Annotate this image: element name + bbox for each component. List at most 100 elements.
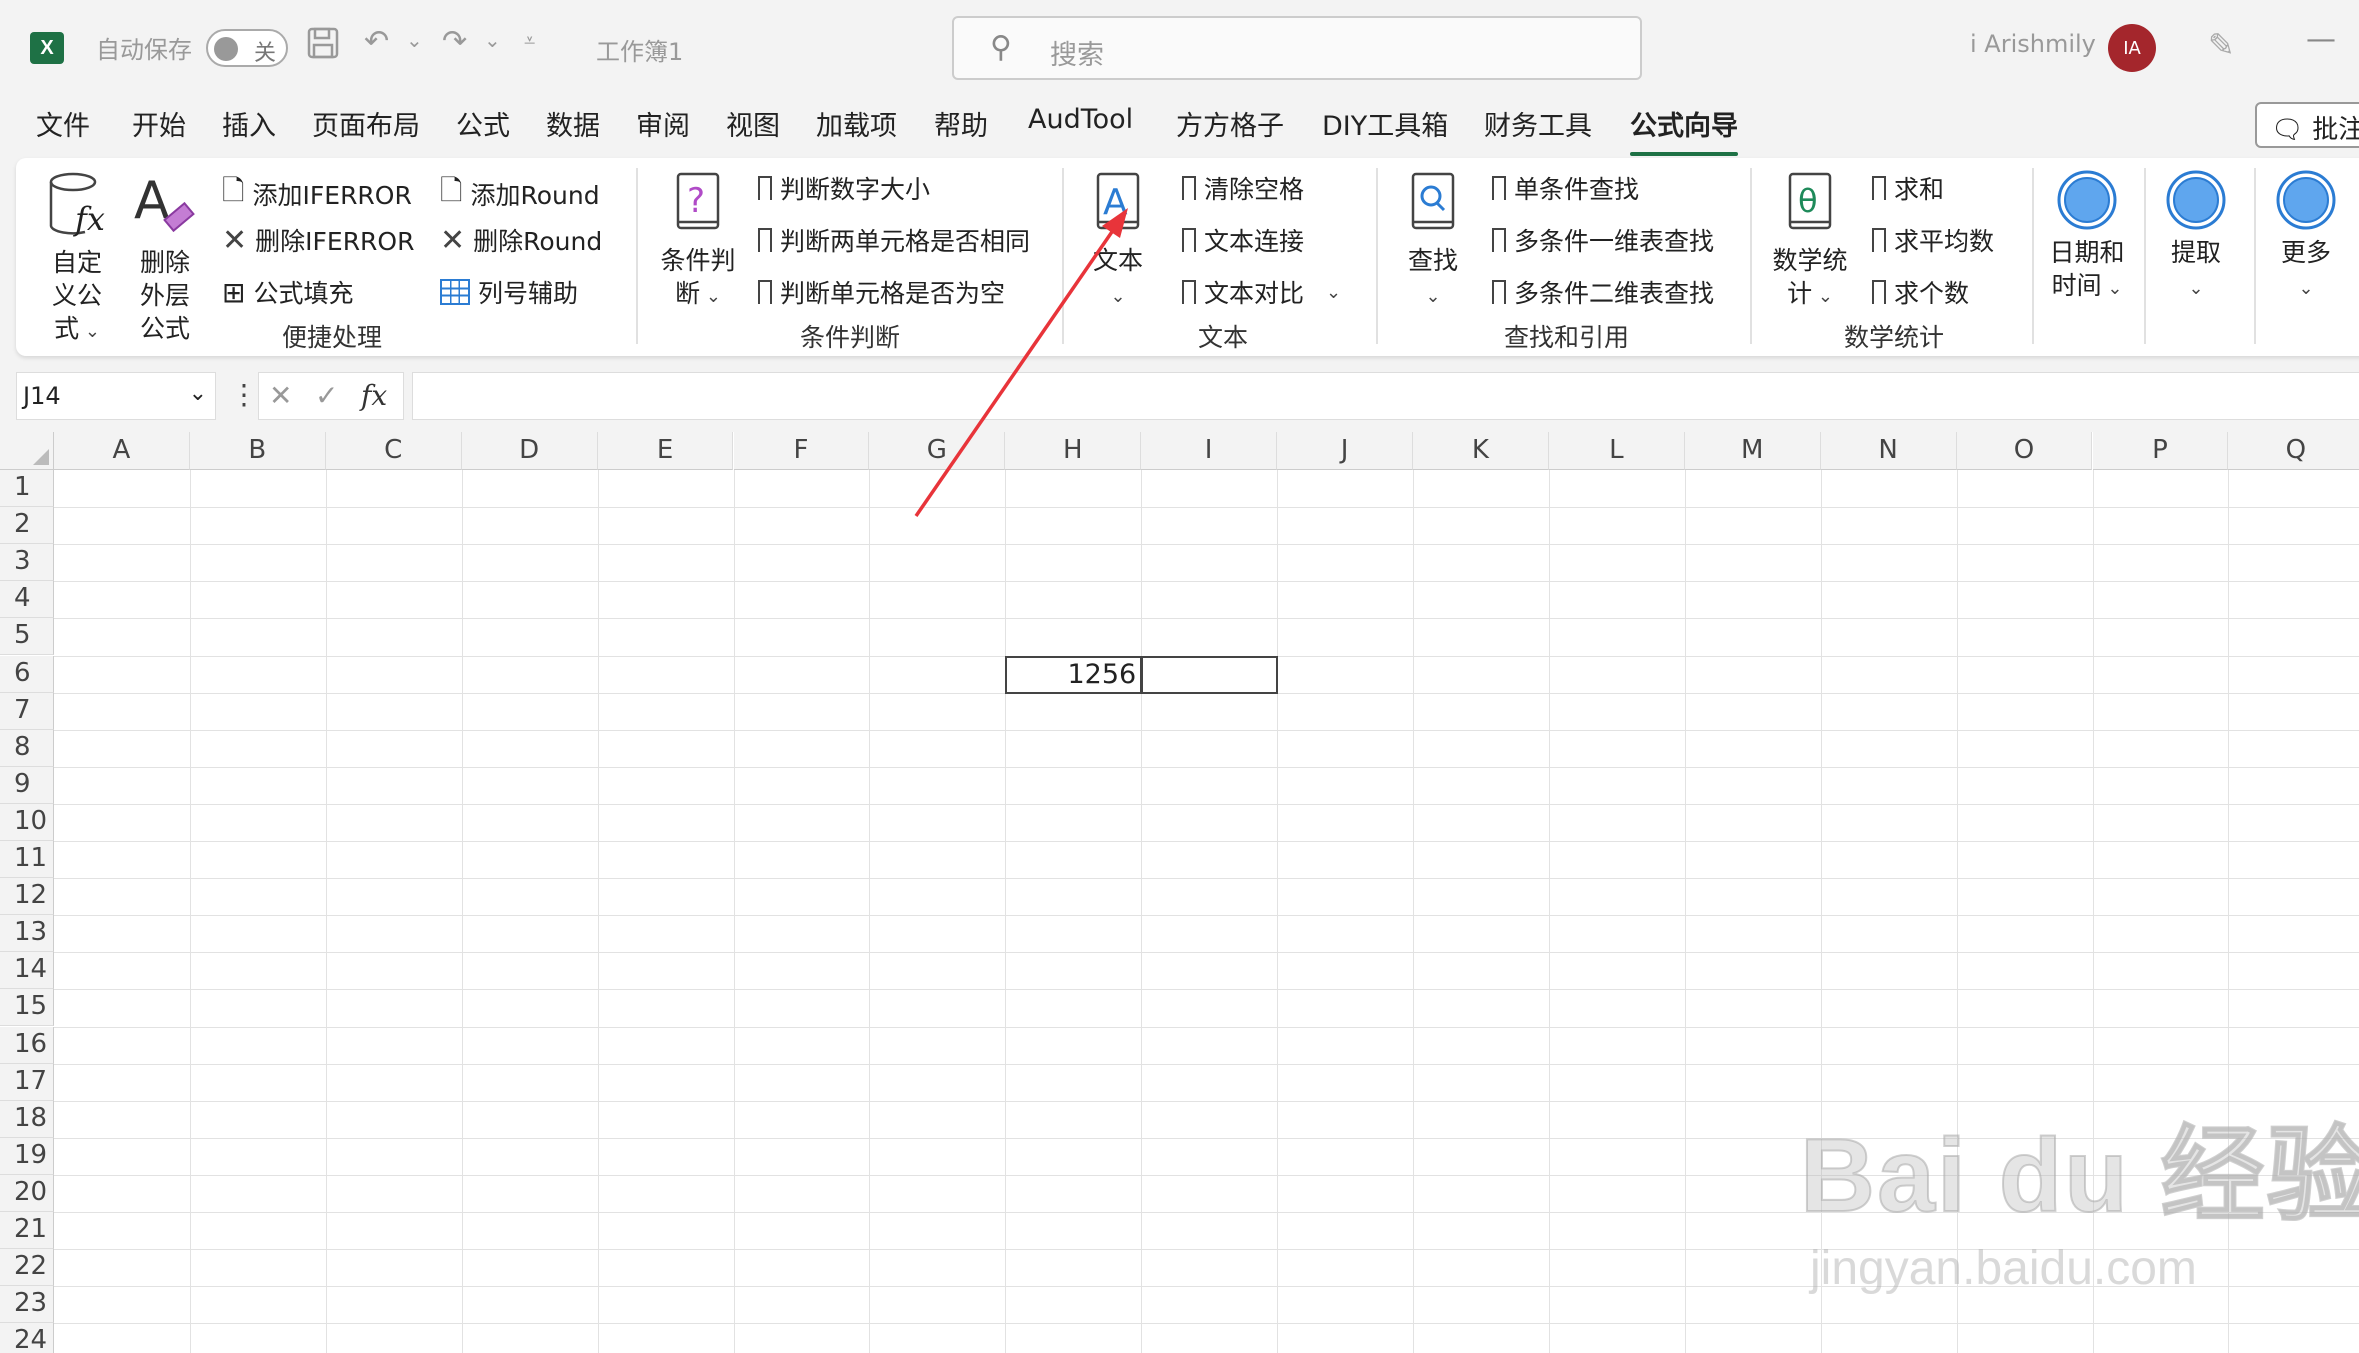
clear-spaces-button[interactable]: 清除空格	[1182, 170, 1304, 207]
add-round-button[interactable]: 🗋 添加Round	[440, 170, 600, 218]
redo-dropdown-icon[interactable]: ⌄	[484, 28, 501, 52]
undo-icon[interactable]: ↶	[364, 24, 389, 59]
column-header-f[interactable]: F	[733, 432, 870, 470]
column-header-g[interactable]: G	[869, 432, 1006, 470]
column-header-a[interactable]: A	[54, 432, 190, 470]
confirm-icon[interactable]: ✓	[315, 379, 338, 412]
save-icon[interactable]	[306, 26, 340, 68]
row-header-24[interactable]: 24	[0, 1323, 54, 1353]
tab-diy-toolbox[interactable]: DIY工具箱	[1322, 104, 1448, 152]
more-options-icon[interactable]: ⋮	[230, 378, 258, 411]
judge-cell-empty-button[interactable]: 判断单元格是否为空	[758, 274, 1005, 311]
sum-button[interactable]: 求和	[1872, 170, 1944, 207]
delete-outer-formula-button[interactable]: A 删除外层公式	[128, 170, 202, 345]
column-helper-button[interactable]: 列号辅助	[440, 274, 578, 310]
tab-file[interactable]: 文件	[36, 104, 90, 152]
column-header-d[interactable]: D	[461, 432, 598, 470]
row-header-8[interactable]: 8	[0, 729, 54, 767]
row-header-21[interactable]: 21	[0, 1212, 54, 1250]
pen-icon[interactable]: ✎	[2208, 26, 2235, 64]
condition-judge-button[interactable]: ? 条件判断 ⌄	[660, 168, 736, 313]
tab-finance-tools[interactable]: 财务工具	[1484, 104, 1592, 152]
delete-round-button[interactable]: ✕ 删除Round	[440, 222, 602, 258]
column-header-e[interactable]: E	[597, 432, 734, 470]
row-header-16[interactable]: 16	[0, 1026, 54, 1064]
single-condition-lookup-button[interactable]: 单条件查找	[1492, 170, 1639, 207]
row-header-14[interactable]: 14	[0, 952, 54, 990]
tab-formula-wizard[interactable]: 公式向导	[1630, 104, 1738, 156]
tab-data[interactable]: 数据	[546, 104, 600, 152]
row-header-18[interactable]: 18	[0, 1100, 54, 1138]
column-header-h[interactable]: H	[1005, 432, 1142, 470]
tab-page-layout[interactable]: 页面布局	[312, 104, 420, 152]
count-button[interactable]: 求个数	[1872, 274, 1969, 311]
comment-button[interactable]: 🗨 批注	[2255, 102, 2359, 148]
cell-i6[interactable]	[1141, 655, 1279, 694]
minimize-button[interactable]: —	[2306, 22, 2336, 57]
row-header-3[interactable]: 3	[0, 544, 54, 582]
column-header-o[interactable]: O	[1956, 432, 2093, 470]
formula-input[interactable]	[412, 372, 2359, 420]
average-button[interactable]: 求平均数	[1872, 222, 1994, 259]
customize-qat-icon[interactable]: ⩡	[524, 28, 535, 52]
datetime-button[interactable]: 日期和时间 ⌄	[2046, 168, 2128, 305]
avatar[interactable]: IA	[2108, 24, 2156, 72]
tab-home[interactable]: 开始	[132, 104, 186, 152]
column-header-k[interactable]: K	[1413, 432, 1549, 470]
autosave-toggle[interactable]: 关	[206, 29, 288, 67]
insert-function-icon[interactable]: fx	[361, 379, 387, 412]
column-header-q[interactable]: Q	[2228, 432, 2359, 470]
cancel-icon[interactable]: ✕	[269, 379, 292, 412]
more-button[interactable]: 更多 ⌄	[2270, 168, 2342, 305]
row-header-6[interactable]: 6	[0, 655, 54, 693]
row-header-4[interactable]: 4	[0, 581, 54, 619]
text-compare-button[interactable]: 文本对比 ⌄	[1182, 274, 1341, 311]
math-stats-button[interactable]: θ 数学统计 ⌄	[1770, 168, 1850, 313]
lookup-button[interactable]: 查找 ⌄	[1400, 168, 1466, 313]
row-header-20[interactable]: 20	[0, 1174, 54, 1212]
row-header-17[interactable]: 17	[0, 1063, 54, 1101]
tab-fangfang[interactable]: 方方格子	[1176, 104, 1284, 152]
user-name[interactable]: i Arishmily	[1970, 30, 2096, 58]
text-join-button[interactable]: 文本连接	[1182, 222, 1304, 259]
row-header-23[interactable]: 23	[0, 1286, 54, 1324]
chevron-down-icon[interactable]: ⌄	[189, 381, 207, 406]
row-header-22[interactable]: 22	[0, 1249, 54, 1287]
row-header-5[interactable]: 5	[0, 618, 54, 656]
tab-help[interactable]: 帮助	[934, 104, 988, 152]
tab-insert[interactable]: 插入	[222, 104, 276, 152]
redo-icon[interactable]: ↷	[442, 24, 467, 59]
row-header-1[interactable]: 1	[0, 470, 54, 508]
column-header-p[interactable]: P	[2092, 432, 2229, 470]
row-header-9[interactable]: 9	[0, 766, 54, 804]
row-header-11[interactable]: 11	[0, 841, 54, 879]
row-header-12[interactable]: 12	[0, 878, 54, 916]
multi-condition-2d-lookup-button[interactable]: 多条件二维表查找	[1492, 274, 1714, 311]
undo-dropdown-icon[interactable]: ⌄	[406, 28, 423, 52]
judge-number-size-button[interactable]: 判断数字大小	[758, 170, 930, 207]
tab-addins[interactable]: 加载项	[816, 104, 897, 152]
extract-button[interactable]: 提取 ⌄	[2160, 168, 2232, 305]
row-header-10[interactable]: 10	[0, 803, 54, 841]
select-all-corner[interactable]	[0, 432, 54, 470]
name-box[interactable]: J14 ⌄	[16, 372, 216, 420]
row-header-2[interactable]: 2	[0, 507, 54, 545]
column-header-c[interactable]: C	[325, 432, 462, 470]
column-header-i[interactable]: I	[1141, 432, 1278, 470]
column-header-j[interactable]: J	[1277, 432, 1413, 470]
row-header-19[interactable]: 19	[0, 1137, 54, 1175]
row-header-15[interactable]: 15	[0, 989, 54, 1027]
tab-review[interactable]: 审阅	[636, 104, 690, 152]
cell-h6[interactable]: 1256	[1005, 655, 1143, 694]
multi-condition-1d-lookup-button[interactable]: 多条件一维表查找	[1492, 222, 1714, 259]
row-header-13[interactable]: 13	[0, 915, 54, 953]
text-button[interactable]: A 文本 ⌄	[1086, 168, 1150, 313]
column-header-n[interactable]: N	[1820, 432, 1957, 470]
custom-formula-button[interactable]: fx 自定义公式 ⌄	[42, 170, 112, 348]
judge-two-cells-same-button[interactable]: 判断两单元格是否相同	[758, 222, 1030, 259]
add-iferror-button[interactable]: 🗋 添加IFERROR	[222, 170, 412, 218]
tab-formulas[interactable]: 公式	[456, 104, 510, 152]
delete-iferror-button[interactable]: ✕ 删除IFERROR	[222, 222, 414, 258]
tab-audtool[interactable]: AudTool	[1028, 104, 1133, 152]
row-header-7[interactable]: 7	[0, 692, 54, 730]
